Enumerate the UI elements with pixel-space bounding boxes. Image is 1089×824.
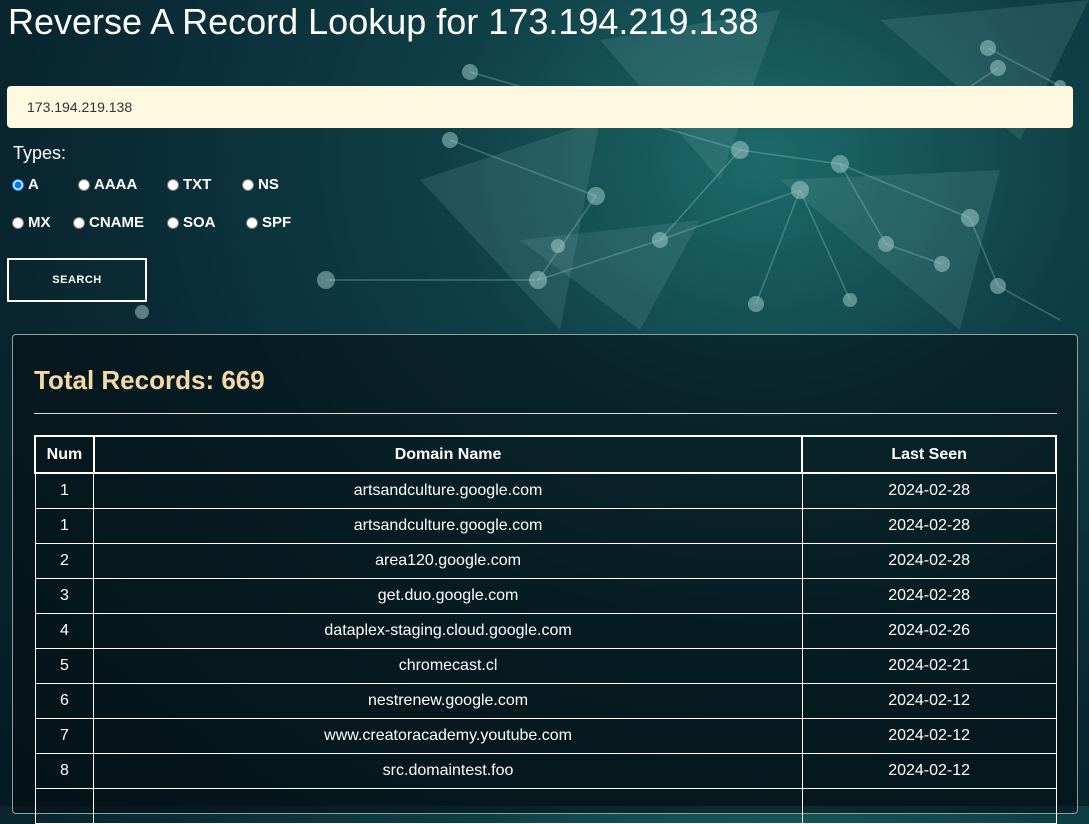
type-radio-mx-input[interactable]	[12, 216, 24, 229]
type-radio-a[interactable]: A	[12, 176, 39, 193]
divider	[34, 413, 1057, 414]
cell-last-seen	[801, 788, 1057, 824]
table-row: 1 artsandculture.google.com 2024-02-28	[34, 508, 1057, 544]
cell-num: 3	[34, 578, 95, 614]
cell-domain: src.domaintest.foo	[93, 753, 803, 789]
cell-last-seen: 2024-02-26	[801, 613, 1057, 649]
cell-num: 8	[34, 753, 95, 789]
type-radio-cname[interactable]: CNAME	[73, 214, 144, 231]
search-button[interactable]: SEARCH	[7, 258, 147, 302]
table-row: 7 www.creatoracademy.youtube.com 2024-02…	[34, 718, 1057, 754]
records-table: Num Domain Name Last Seen 1 artsandcultu…	[34, 435, 1057, 824]
cell-domain: chromecast.cl	[93, 648, 803, 684]
type-radio-label: AAAA	[94, 176, 138, 193]
table-row	[34, 788, 1057, 824]
cell-num: 1	[34, 508, 95, 544]
type-radio-txt-input[interactable]	[167, 178, 179, 191]
ip-search-input[interactable]	[7, 86, 1073, 128]
cell-last-seen: 2024-02-28	[801, 578, 1057, 614]
cell-domain: nestrenew.google.com	[93, 683, 803, 719]
type-radio-txt[interactable]: TXT	[167, 176, 211, 193]
type-radio-mx[interactable]: MX	[12, 214, 51, 231]
cell-domain: get.duo.google.com	[93, 578, 803, 614]
column-header-domain: Domain Name	[92, 435, 804, 474]
page-title: Reverse A Record Lookup for 173.194.219.…	[8, 1, 759, 42]
type-radio-spf[interactable]: SPF	[246, 214, 291, 231]
type-radio-label: A	[28, 176, 39, 193]
table-row: 3 get.duo.google.com 2024-02-28	[34, 578, 1057, 614]
cell-domain: artsandculture.google.com	[93, 508, 803, 544]
cell-last-seen: 2024-02-12	[801, 683, 1057, 719]
table-row: 4 dataplex-staging.cloud.google.com 2024…	[34, 613, 1057, 649]
table-row: 6 nestrenew.google.com 2024-02-12	[34, 683, 1057, 719]
total-records-heading: Total Records: 669	[34, 365, 265, 395]
column-header-num: Num	[34, 435, 95, 474]
cell-domain	[93, 788, 803, 824]
type-radio-aaaa[interactable]: AAAA	[78, 176, 137, 193]
type-radio-ns-input[interactable]	[242, 178, 254, 191]
cell-num: 6	[34, 683, 95, 719]
column-header-last-seen: Last Seen	[801, 435, 1057, 474]
type-radio-aaaa-input[interactable]	[78, 178, 90, 191]
cell-last-seen: 2024-02-28	[801, 543, 1057, 579]
type-radio-soa-input[interactable]	[167, 216, 179, 229]
cell-domain: artsandculture.google.com	[93, 472, 803, 509]
cell-num: 7	[34, 718, 95, 754]
cell-last-seen: 2024-02-12	[801, 718, 1057, 754]
type-radio-label: MX	[28, 214, 51, 231]
type-radio-label: CNAME	[89, 214, 144, 231]
type-radio-label: SPF	[262, 214, 292, 231]
type-radio-ns[interactable]: NS	[242, 176, 279, 193]
type-radio-spf-input[interactable]	[246, 216, 258, 229]
type-radio-soa[interactable]: SOA	[167, 214, 216, 231]
cell-num: 5	[34, 648, 95, 684]
results-panel: Total Records: 669 Num Domain Name Last …	[12, 334, 1078, 824]
type-radio-label: NS	[258, 176, 279, 193]
types-label: Types:	[13, 143, 67, 163]
type-radio-cname-input[interactable]	[73, 216, 85, 229]
cell-last-seen: 2024-02-28	[801, 472, 1057, 509]
cell-num	[34, 788, 95, 824]
cell-last-seen: 2024-02-21	[801, 648, 1057, 684]
cell-domain: dataplex-staging.cloud.google.com	[93, 613, 803, 649]
type-radio-a-input[interactable]	[12, 178, 24, 191]
table-row: 2 area120.google.com 2024-02-28	[34, 543, 1057, 579]
cell-num: 1	[34, 472, 95, 509]
type-radio-label: SOA	[183, 214, 216, 231]
cell-domain: www.creatoracademy.youtube.com	[93, 718, 803, 754]
table-header-row: Num Domain Name Last Seen	[34, 435, 1057, 474]
cell-last-seen: 2024-02-28	[801, 508, 1057, 544]
table-row: 5 chromecast.cl 2024-02-21	[34, 648, 1057, 684]
cell-domain: area120.google.com	[93, 543, 803, 579]
table-row: 1 artsandculture.google.com 2024-02-28	[34, 472, 1057, 509]
cell-num: 2	[34, 543, 95, 579]
table-row: 8 src.domaintest.foo 2024-02-12	[34, 753, 1057, 789]
type-radio-label: TXT	[183, 176, 212, 193]
cell-last-seen: 2024-02-12	[801, 753, 1057, 789]
cell-num: 4	[34, 613, 95, 649]
